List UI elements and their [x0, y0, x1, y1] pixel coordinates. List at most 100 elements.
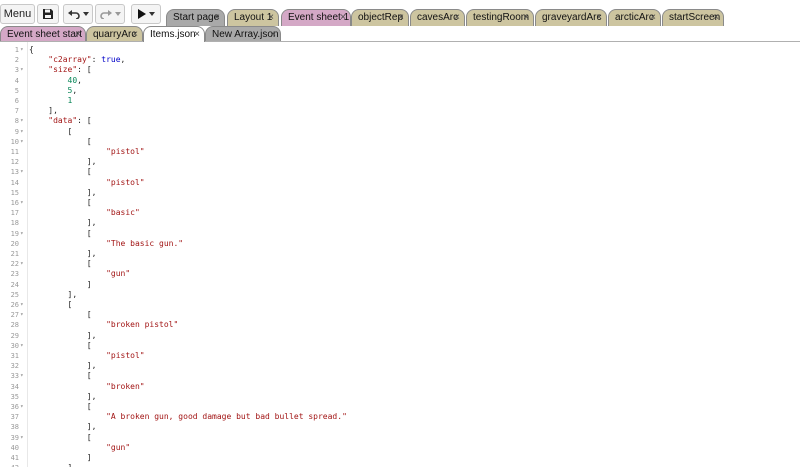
close-icon[interactable]: × — [596, 10, 602, 26]
close-icon[interactable]: × — [398, 10, 404, 26]
code-line[interactable]: 37 "A broken gun, good damage but bad bu… — [0, 412, 800, 422]
fold-arrow-icon[interactable]: ▾ — [20, 167, 24, 177]
code-line[interactable]: 28 "broken pistol" — [0, 320, 800, 330]
code-line[interactable]: 35 ], — [0, 392, 800, 402]
close-icon[interactable]: × — [523, 10, 529, 26]
code-line[interactable]: 22 ▾ [ — [0, 259, 800, 269]
code-line[interactable]: 7 ], — [0, 106, 800, 116]
tab-cavesarc[interactable]: cavesArc × — [410, 9, 465, 26]
line-number: 22 — [10, 260, 19, 269]
fold-arrow-icon[interactable]: ▾ — [20, 45, 24, 55]
code-line[interactable]: 30 ▾ [ — [0, 341, 800, 351]
line-number: 41 — [10, 454, 19, 462]
code-line[interactable]: 2 "c2array": true, — [0, 55, 800, 65]
code-text: "broken pistol" — [106, 320, 179, 330]
tab-objectrep[interactable]: objectRep × — [351, 9, 409, 26]
tab-event-sheet-1[interactable]: Event sheet 1 × — [281, 9, 351, 26]
tab-testingroom[interactable]: testingRoom × — [466, 9, 534, 26]
code-line[interactable]: 3 ▾ "size": [ — [0, 65, 800, 75]
undo-button[interactable] — [63, 4, 93, 24]
code-text: ], — [29, 187, 97, 197]
tab-startscreen[interactable]: startScreen × — [662, 9, 724, 26]
tab-graveyardarc[interactable]: graveyardArc × — [535, 9, 607, 26]
save-button[interactable] — [37, 4, 59, 24]
code-line[interactable]: 17 "basic" — [0, 208, 800, 218]
code-line[interactable]: 42 ], — [0, 463, 800, 467]
code-line[interactable]: 38 ], — [0, 422, 800, 432]
code-line[interactable]: 19 ▾ [ — [0, 229, 800, 239]
code-line[interactable]: 6 1 — [0, 96, 800, 106]
fold-arrow-icon[interactable]: ▾ — [20, 116, 24, 126]
fold-arrow-icon[interactable]: ▾ — [20, 300, 24, 310]
code-line[interactable]: 4 40, — [0, 76, 800, 86]
code-line[interactable]: 41 ] — [0, 453, 800, 463]
tab-arcticarc[interactable]: arcticArc × — [608, 9, 661, 26]
close-icon[interactable]: × — [194, 27, 200, 42]
line-number: 39 — [10, 433, 19, 442]
close-icon[interactable]: × — [268, 10, 274, 26]
code-line[interactable]: 24 ] — [0, 280, 800, 290]
line-number: 19 — [10, 229, 19, 238]
code-line[interactable]: 39 ▾ [ — [0, 433, 800, 443]
fold-arrow-icon[interactable]: ▾ — [20, 229, 24, 239]
close-icon[interactable]: × — [454, 10, 460, 26]
menu-button[interactable]: Menu — [0, 4, 35, 24]
tab-items-json[interactable]: Items.json × — [143, 26, 205, 42]
line-number: 29 — [10, 331, 19, 340]
tab-label: testingRoom — [473, 12, 530, 23]
fold-arrow-icon[interactable]: ▾ — [20, 371, 24, 381]
close-icon[interactable]: × — [214, 10, 220, 26]
tab-start-page[interactable]: Start page × — [166, 9, 225, 26]
fold-arrow-icon[interactable]: ▾ — [20, 402, 24, 412]
code-line[interactable]: 33 ▾ [ — [0, 371, 800, 381]
code-line[interactable]: 31 "pistol" — [0, 351, 800, 361]
line-number: 36 — [10, 403, 19, 411]
code-line[interactable]: 15 ], — [0, 188, 800, 198]
code-line[interactable]: 9 ▾ [ — [0, 127, 800, 137]
code-line[interactable]: 12 ], — [0, 157, 800, 167]
code-line[interactable]: 14 "pistol" — [0, 178, 800, 188]
code-line[interactable]: 16 ▾ [ — [0, 198, 800, 208]
code-line[interactable]: 10 ▾ [ — [0, 137, 800, 147]
line-number: 28 — [10, 321, 19, 330]
code-line[interactable]: 11 "pistol" — [0, 147, 800, 157]
code-line[interactable]: 1 ▾ { — [0, 45, 800, 55]
code-line[interactable]: 18 ], — [0, 218, 800, 228]
tab-layout-1[interactable]: Layout 1 × — [227, 9, 279, 26]
redo-button[interactable] — [95, 4, 125, 24]
code-line[interactable]: 29 ], — [0, 331, 800, 341]
code-line[interactable]: 20 "The basic gun." — [0, 239, 800, 249]
fold-arrow-icon[interactable]: ▾ — [20, 310, 24, 320]
code-line[interactable]: 32 ], — [0, 361, 800, 371]
line-number: 7 — [14, 107, 19, 116]
fold-arrow-icon[interactable]: ▾ — [20, 127, 24, 137]
line-number: 6 — [14, 97, 19, 105]
fold-arrow-icon[interactable]: ▾ — [20, 341, 24, 351]
fold-arrow-icon[interactable]: ▾ — [20, 137, 24, 147]
code-text: 1 — [67, 96, 73, 105]
code-line[interactable]: 27 ▾ [ — [0, 310, 800, 320]
fold-arrow-icon[interactable]: ▾ — [20, 65, 24, 75]
code-editor[interactable]: 1 ▾{2 "c2array": true, 3 ▾ "size": [4 40, 5 … — [0, 42, 800, 467]
code-line[interactable]: 34 "broken" — [0, 382, 800, 392]
tab-label: cavesArc — [417, 12, 459, 23]
code-line[interactable]: 25 ], — [0, 290, 800, 300]
preview-button[interactable] — [131, 4, 161, 24]
code-line[interactable]: 5 5, — [0, 86, 800, 96]
code-line[interactable]: 13 ▾ [ — [0, 167, 800, 177]
code-line[interactable]: 21 ], — [0, 249, 800, 259]
line-number: 26 — [10, 301, 19, 309]
fold-arrow-icon[interactable]: ▾ — [20, 433, 24, 443]
close-icon[interactable]: × — [713, 10, 719, 26]
close-icon[interactable]: × — [650, 10, 656, 26]
close-icon[interactable]: × — [340, 10, 346, 26]
fold-arrow-icon[interactable]: ▾ — [20, 198, 24, 208]
code-line[interactable]: 23 "gun" — [0, 269, 800, 279]
tab-label: arcticArc — [615, 12, 654, 23]
fold-arrow-icon[interactable]: ▾ — [20, 259, 24, 269]
undo-icon — [67, 10, 80, 19]
code-line[interactable]: 36 ▾ [ — [0, 402, 800, 412]
code-line[interactable]: 8 ▾ "data": [ — [0, 116, 800, 126]
code-line[interactable]: 26 ▾ [ — [0, 300, 800, 310]
code-line[interactable]: 40 "gun" — [0, 443, 800, 453]
